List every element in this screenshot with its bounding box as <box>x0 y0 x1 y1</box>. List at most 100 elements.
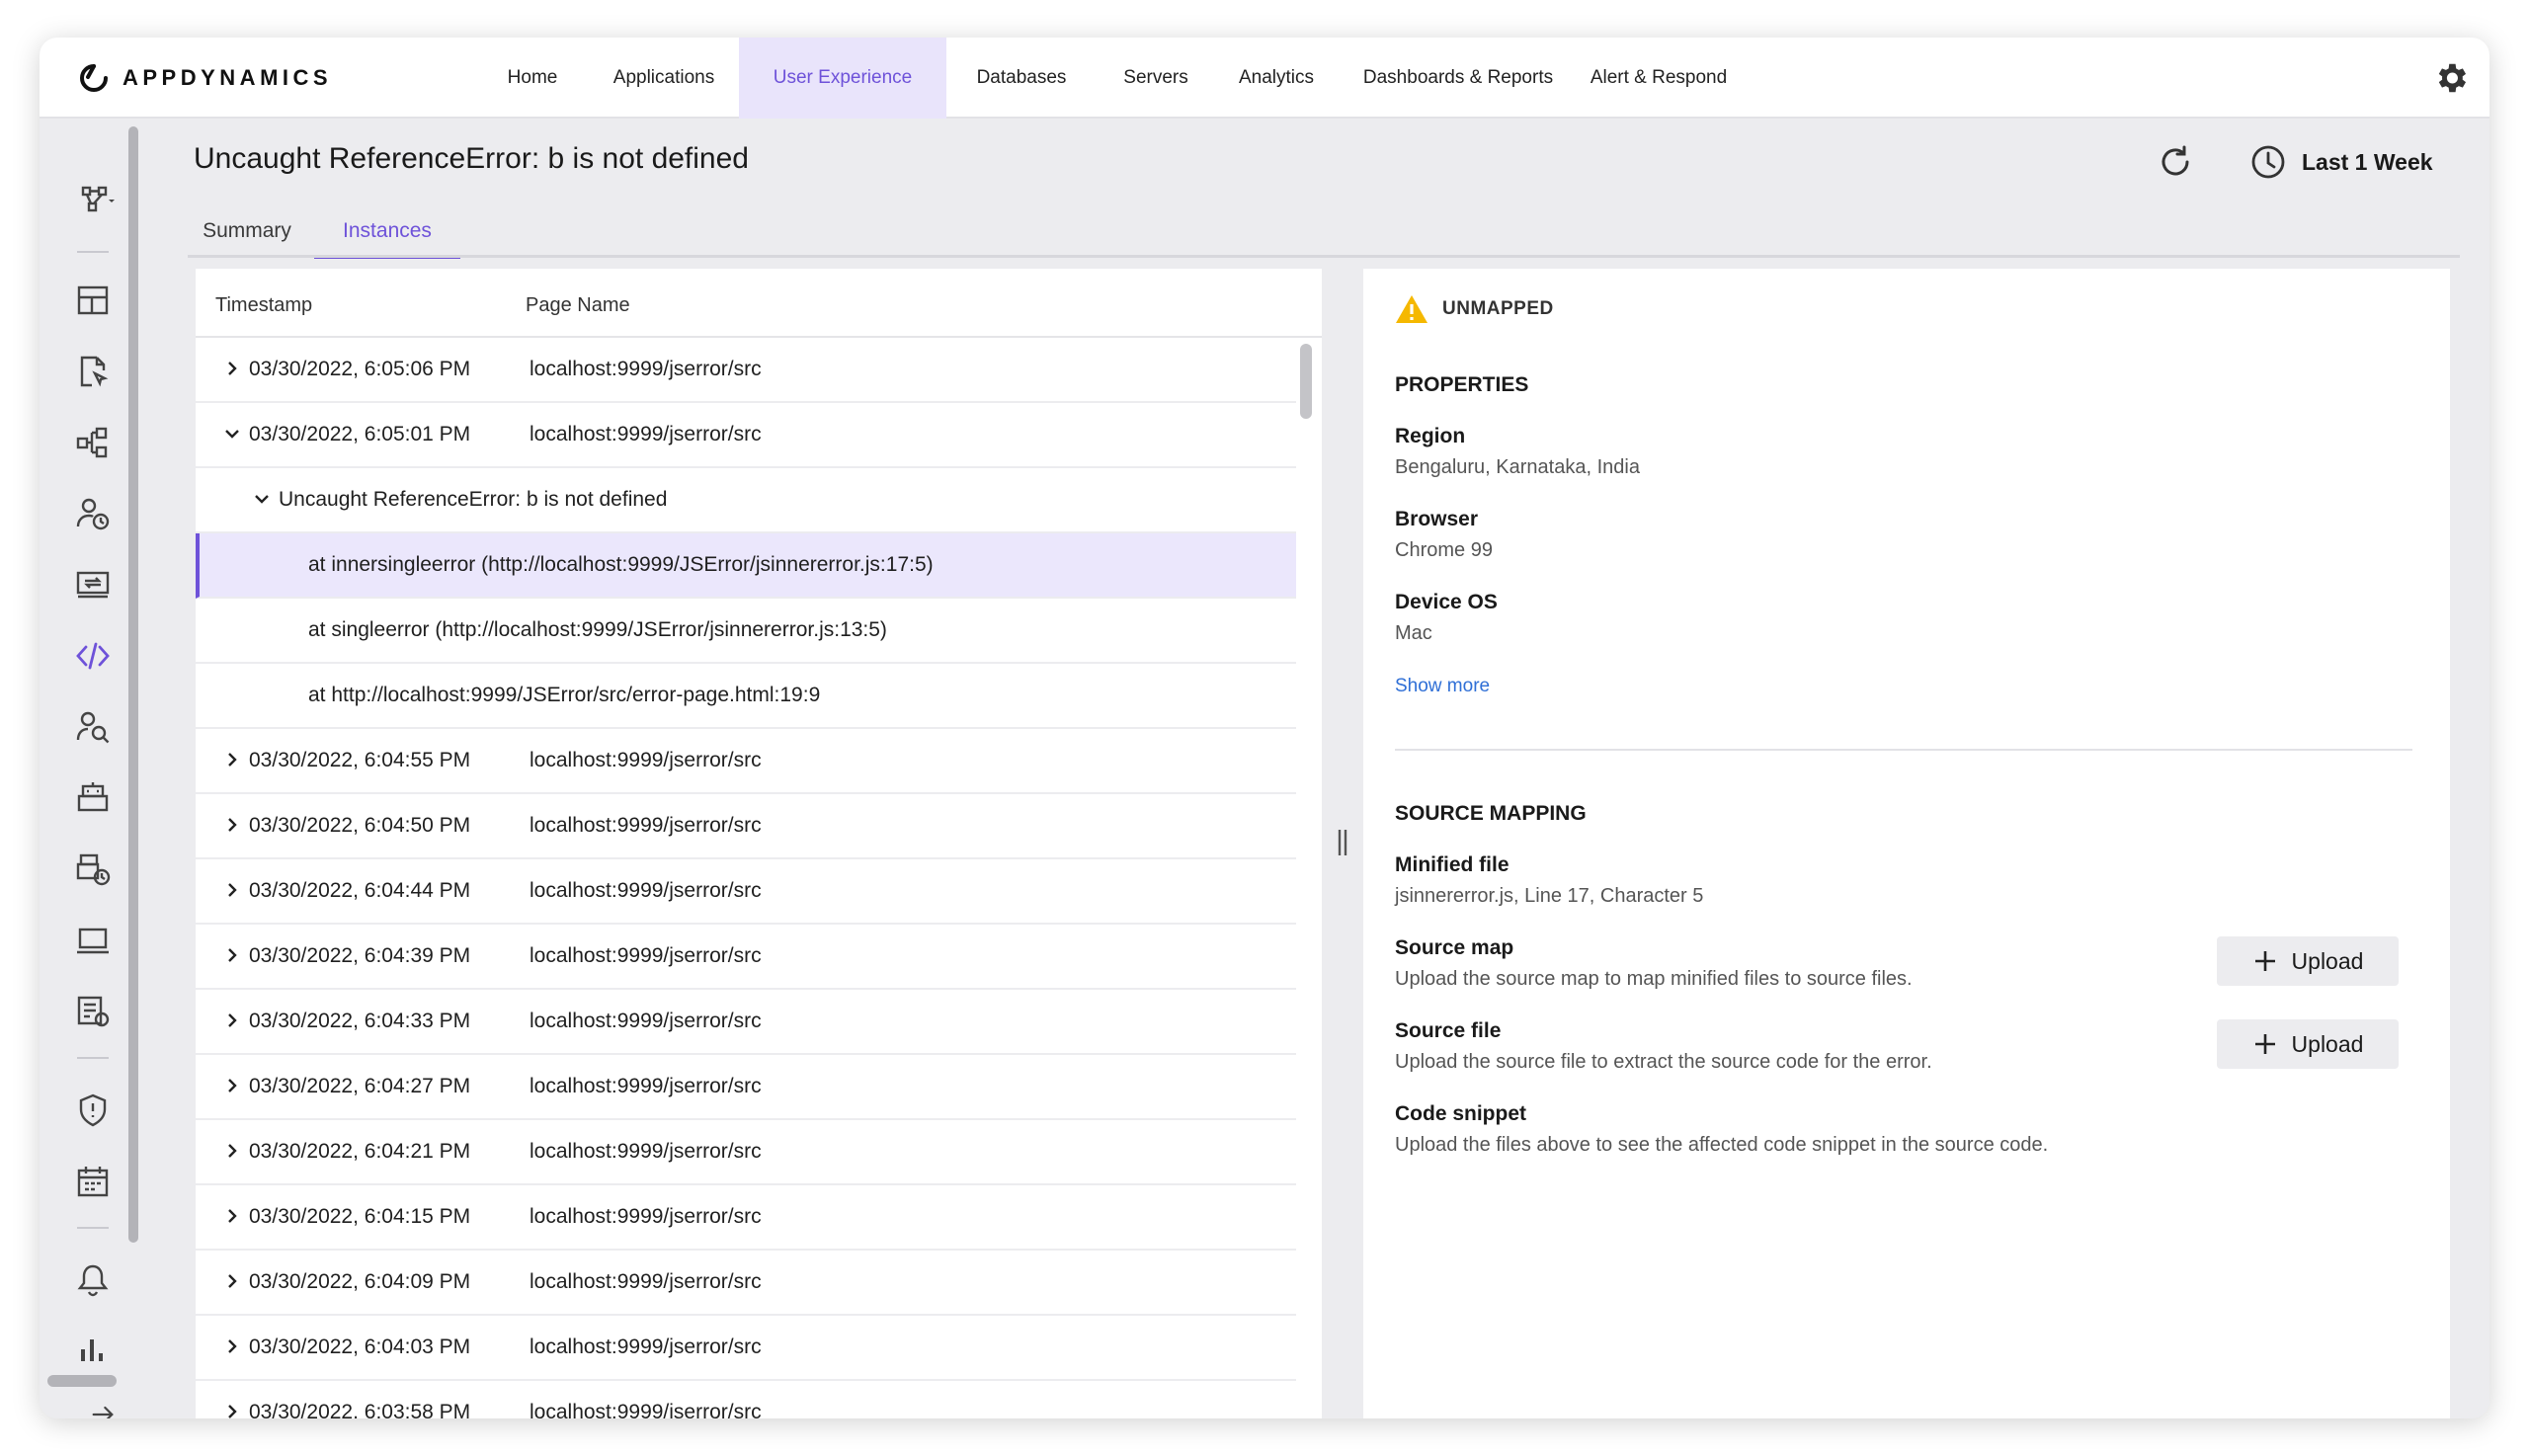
chevron-right-icon[interactable] <box>221 1010 243 1031</box>
table-row[interactable]: 03/30/2022, 6:04:15 PM localhost:9999/js… <box>196 1185 1296 1251</box>
source-map-description: Upload the source map to map minified fi… <box>1395 968 1913 990</box>
table-row[interactable]: 03/30/2022, 6:05:06 PM localhost:9999/js… <box>196 338 1296 403</box>
table-row[interactable]: 03/30/2022, 6:04:50 PM localhost:9999/js… <box>196 794 1296 859</box>
dashboard-layout-icon[interactable] <box>75 283 111 318</box>
stack-frame-row[interactable]: at http://localhost:9999/JSError/src/err… <box>196 664 1296 729</box>
chevron-right-icon[interactable] <box>221 1270 243 1292</box>
chevron-right-icon[interactable] <box>221 358 243 379</box>
nav-servers[interactable]: Servers <box>1097 38 1215 119</box>
table-row[interactable]: 03/30/2022, 6:04:33 PM localhost:9999/js… <box>196 990 1296 1055</box>
tab-instances[interactable]: Instances <box>314 211 460 259</box>
report-icon[interactable] <box>75 994 111 1029</box>
chevron-right-icon[interactable] <box>221 1205 243 1227</box>
clock-icon <box>2251 145 2285 179</box>
rail-horizontal-scrollbar[interactable] <box>47 1375 117 1387</box>
hierarchy-icon[interactable] <box>75 425 111 460</box>
row-timestamp: 03/30/2022, 6:04:21 PM <box>249 1140 471 1163</box>
bar-chart-icon[interactable] <box>75 1328 111 1363</box>
user-search-icon[interactable] <box>75 709 111 745</box>
upload-source-file-button[interactable]: Upload <box>2217 1019 2399 1069</box>
chevron-down-icon[interactable] <box>251 488 273 510</box>
rail-separator <box>77 1057 109 1059</box>
nav-home[interactable]: Home <box>474 38 591 119</box>
chevron-right-icon[interactable] <box>221 1335 243 1357</box>
upload-source-map-button[interactable]: Upload <box>2217 936 2399 986</box>
nav-alert-respond[interactable]: Alert & Respond <box>1577 38 1741 119</box>
chevron-right-icon[interactable] <box>221 944 243 966</box>
table-row[interactable]: 03/30/2022, 6:04:27 PM localhost:9999/js… <box>196 1055 1296 1120</box>
row-page-name: localhost:9999/jserror/src <box>530 749 762 771</box>
chevron-right-icon[interactable] <box>221 1401 243 1418</box>
table-row[interactable]: 03/30/2022, 6:04:21 PM localhost:9999/js… <box>196 1120 1296 1185</box>
source-mapping-title: SOURCE MAPPING <box>1395 802 1587 825</box>
robot-icon[interactable] <box>75 780 111 816</box>
screen-switch-icon[interactable] <box>75 567 111 603</box>
expand-arrow-icon[interactable] <box>89 1401 117 1418</box>
column-header-page-name[interactable]: Page Name <box>526 294 630 317</box>
table-scrollbar[interactable] <box>1300 344 1312 419</box>
row-timestamp: 03/30/2022, 6:04:15 PM <box>249 1205 471 1228</box>
table-row[interactable]: 03/30/2022, 6:04:44 PM localhost:9999/js… <box>196 859 1296 925</box>
table-row[interactable]: 03/30/2022, 6:04:03 PM localhost:9999/js… <box>196 1316 1296 1381</box>
user-time-icon[interactable] <box>75 496 111 531</box>
laptop-icon[interactable] <box>75 923 111 958</box>
instance-detail-panel: UNMAPPED PROPERTIES Region Bengaluru, Ka… <box>1363 269 2450 1418</box>
table-row-expanded[interactable]: 03/30/2022, 6:05:01 PM localhost:9999/js… <box>196 403 1296 468</box>
left-rail <box>40 121 146 1418</box>
alert-bell-icon[interactable] <box>75 1262 111 1298</box>
time-range-picker[interactable]: Last 1 Week <box>2250 142 2433 182</box>
plus-icon <box>2254 951 2275 971</box>
upload-button-label: Upload <box>2291 1030 2364 1057</box>
row-page-name: localhost:9999/jserror/src <box>530 1075 762 1097</box>
nav-applications[interactable]: Applications <box>591 38 737 119</box>
nav-analytics[interactable]: Analytics <box>1215 38 1338 119</box>
code-snippet-description: Upload the files above to see the affect… <box>1395 1134 2049 1156</box>
row-timestamp: 03/30/2022, 6:05:01 PM <box>249 423 471 445</box>
chevron-down-icon[interactable] <box>221 423 243 445</box>
row-page-name: localhost:9999/jserror/src <box>530 1010 762 1032</box>
row-timestamp: 03/30/2022, 6:05:06 PM <box>249 358 471 380</box>
row-timestamp: 03/30/2022, 6:04:44 PM <box>249 879 471 902</box>
row-timestamp: 03/30/2022, 6:04:55 PM <box>249 749 471 771</box>
mapping-status: UNMAPPED <box>1442 298 1554 319</box>
table-row[interactable]: 03/30/2022, 6:04:39 PM localhost:9999/js… <box>196 925 1296 990</box>
chevron-right-icon[interactable] <box>221 749 243 770</box>
robot-time-icon[interactable] <box>75 851 111 887</box>
panel-resize-handle[interactable] <box>1336 828 1349 857</box>
refresh-icon[interactable] <box>2156 142 2195 182</box>
flow-map-icon[interactable] <box>79 182 115 217</box>
chevron-right-icon[interactable] <box>221 1075 243 1096</box>
stack-frame-row[interactable]: at singleerror (http://localhost:9999/JS… <box>196 599 1296 664</box>
page-pointer-icon[interactable] <box>75 354 111 389</box>
rail-separator <box>77 1227 109 1229</box>
chevron-right-icon[interactable] <box>221 1140 243 1162</box>
top-navigation: APPDYNAMICS Home Applications User Exper… <box>40 38 2489 119</box>
shield-icon[interactable] <box>75 1092 111 1128</box>
row-page-name: localhost:9999/jserror/src <box>530 423 762 445</box>
table-row[interactable]: 03/30/2022, 6:03:58 PM localhost:9999/js… <box>196 1381 1296 1418</box>
stack-frame-row-selected[interactable]: at innersingleerror (http://localhost:99… <box>196 533 1296 599</box>
table-row[interactable]: 03/30/2022, 6:04:55 PM localhost:9999/js… <box>196 729 1296 794</box>
row-page-name: localhost:9999/jserror/src <box>530 1270 762 1293</box>
show-more-link[interactable]: Show more <box>1395 676 1490 697</box>
error-message-row[interactable]: Uncaught ReferenceError: b is not define… <box>196 468 1296 533</box>
settings-gear-icon[interactable] <box>2432 59 2470 97</box>
section-divider <box>1395 749 2412 751</box>
calendar-icon[interactable] <box>75 1164 111 1199</box>
tab-summary[interactable]: Summary <box>188 211 306 259</box>
column-header-timestamp[interactable]: Timestamp <box>215 294 312 317</box>
rail-scrollbar[interactable] <box>128 126 138 1243</box>
row-page-name: localhost:9999/jserror/src <box>530 1335 762 1358</box>
row-timestamp: 03/30/2022, 6:04:03 PM <box>249 1335 471 1358</box>
nav-databases[interactable]: Databases <box>946 38 1097 119</box>
chevron-right-icon[interactable] <box>221 879 243 901</box>
chevron-right-icon[interactable] <box>221 814 243 836</box>
property-value: Bengaluru, Karnataka, India <box>1395 456 1640 478</box>
properties-title: PROPERTIES <box>1395 373 1529 396</box>
nav-user-experience[interactable]: User Experience <box>739 38 946 119</box>
logo[interactable]: APPDYNAMICS <box>79 61 332 95</box>
code-icon[interactable] <box>75 638 111 674</box>
table-row[interactable]: 03/30/2022, 6:04:09 PM localhost:9999/js… <box>196 1251 1296 1316</box>
row-page-name: localhost:9999/jserror/src <box>530 1140 762 1163</box>
nav-dashboards-reports[interactable]: Dashboards & Reports <box>1347 38 1569 119</box>
